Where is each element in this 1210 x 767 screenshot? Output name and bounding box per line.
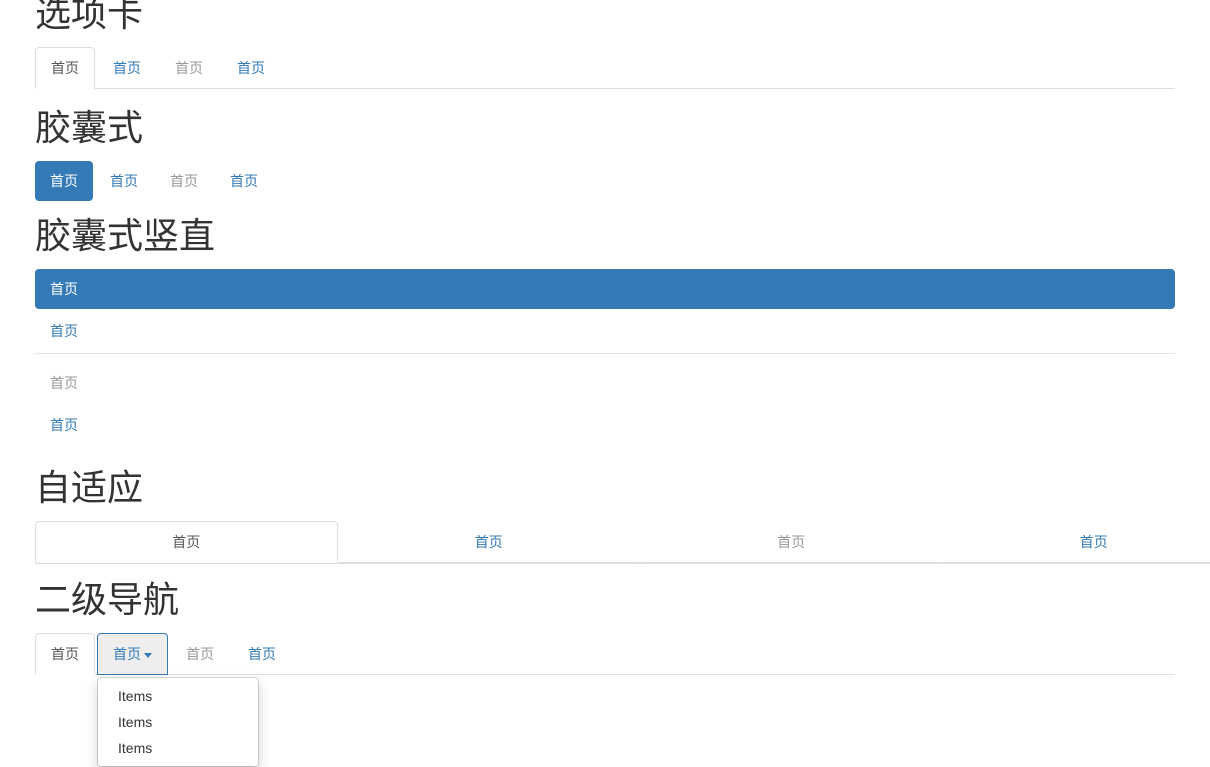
nav-subnav-item-dropdown[interactable]: 首页 Items Items Items — [97, 633, 170, 675]
caret-down-icon — [144, 653, 152, 658]
dropdown-link-3[interactable]: Items — [98, 735, 258, 761]
nav-stacked-link-1[interactable]: 首页 — [35, 269, 1175, 309]
nav-tabs-item-3: 首页 — [159, 47, 221, 89]
nav-pills-item-1[interactable]: 首页 — [35, 161, 93, 201]
nav-subnav-item-1[interactable]: 首页 — [35, 633, 97, 675]
dropdown-link-2[interactable]: Items — [98, 709, 258, 735]
nav-tabs-link-3: 首页 — [159, 47, 219, 89]
nav-stacked-item-4[interactable]: 首页 — [35, 405, 1175, 445]
nav-tabs-justified: 首页 首页 首页 首页 — [35, 521, 1210, 564]
nav-stacked-divider — [35, 353, 1175, 354]
nav-subnav-dropdown-label: 首页 — [113, 646, 141, 662]
nav-stacked-link-4[interactable]: 首页 — [35, 405, 1175, 445]
nav-tabs-item-4[interactable]: 首页 — [221, 47, 283, 89]
nav-tabs-item-1[interactable]: 首页 — [35, 47, 97, 89]
nav-stacked-item-1[interactable]: 首页 — [35, 269, 1175, 309]
nav-pills-item-4[interactable]: 首页 — [215, 161, 273, 201]
nav-tabs-link-1[interactable]: 首页 — [35, 47, 95, 89]
section-title-subnav: 二级导航 — [35, 580, 1175, 620]
nav-subnav-item-3: 首页 — [170, 633, 232, 675]
section-title-stacked-pills: 胶囊式竖直 — [35, 216, 1175, 256]
nav-pills: 首页 首页 首页 首页 — [35, 161, 1175, 201]
nav-subnav-item-4[interactable]: 首页 — [232, 633, 294, 675]
section-title-tabs: 选项卡 — [35, 0, 1175, 34]
nav-justified-item-4[interactable]: 首页 — [943, 521, 1210, 563]
nav-pills-link-4[interactable]: 首页 — [215, 161, 273, 201]
section-title-pills: 胶囊式 — [35, 108, 1175, 148]
nav-pills-link-1[interactable]: 首页 — [35, 161, 93, 201]
nav-pills-link-2[interactable]: 首页 — [95, 161, 153, 201]
nav-stacked-link-2[interactable]: 首页 — [35, 311, 1175, 351]
nav-justified-item-3: 首页 — [640, 521, 943, 563]
nav-subnav-link-3: 首页 — [170, 633, 230, 675]
dropdown-item-2[interactable]: Items — [98, 709, 258, 735]
nav-tabs-item-2[interactable]: 首页 — [97, 47, 159, 89]
nav-tabs-link-2[interactable]: 首页 — [97, 47, 157, 89]
nav-justified-item-2[interactable]: 首页 — [338, 521, 641, 563]
dropdown-link-1[interactable]: Items — [98, 683, 258, 709]
nav-stacked-item-2[interactable]: 首页 — [35, 311, 1175, 351]
nav-subnav-link-4[interactable]: 首页 — [232, 633, 292, 675]
nav-pills-link-3: 首页 — [155, 161, 213, 201]
section-title-justified: 自适应 — [35, 468, 1175, 508]
nav-justified-item-1[interactable]: 首页 — [35, 521, 338, 563]
nav-pills-item-3: 首页 — [155, 161, 213, 201]
nav-justified-link-4[interactable]: 首页 — [943, 521, 1210, 563]
nav-pills-stacked: 首页 首页 首页 首页 — [35, 269, 1175, 445]
nav-tabs-subnav: 首页 首页 Items Items Items 首页 首页 — [35, 633, 1175, 675]
nav-pills-item-2[interactable]: 首页 — [95, 161, 153, 201]
nav-justified-link-2[interactable]: 首页 — [338, 521, 641, 563]
nav-subnav-link-1[interactable]: 首页 — [35, 633, 95, 675]
nav-tabs: 首页 首页 首页 首页 — [35, 47, 1175, 89]
dropdown-menu: Items Items Items — [97, 677, 259, 767]
dropdown-item-1[interactable]: Items — [98, 683, 258, 709]
dropdown-item-3[interactable]: Items — [98, 735, 258, 761]
nav-stacked-item-3: 首页 — [35, 363, 1175, 403]
nav-tabs-link-4[interactable]: 首页 — [221, 47, 281, 89]
nav-subnav-dropdown-toggle[interactable]: 首页 — [97, 633, 168, 675]
nav-justified-link-3: 首页 — [640, 521, 943, 563]
nav-justified-link-1[interactable]: 首页 — [35, 521, 338, 563]
nav-stacked-link-3: 首页 — [35, 363, 1175, 403]
